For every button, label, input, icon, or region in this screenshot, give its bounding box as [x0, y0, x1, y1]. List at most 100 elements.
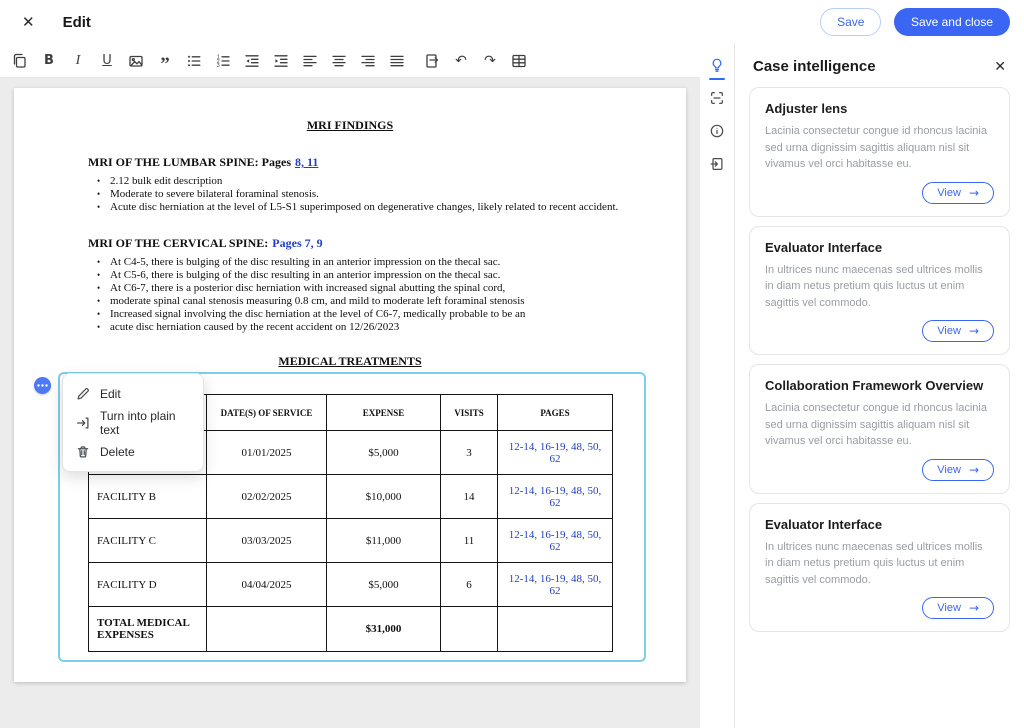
bullet-dot: • [97, 256, 104, 269]
cervical-pages-link[interactable]: Pages 7, 9 [272, 236, 322, 250]
view-label: View [937, 187, 961, 199]
frame-scan-rail-button[interactable] [706, 87, 728, 109]
bullet-dot: • [97, 282, 104, 295]
table-header-cell: VISITS [441, 395, 498, 431]
bullet-text: acute disc herniation caused by the rece… [110, 321, 399, 334]
align-center-icon [330, 52, 348, 70]
intelligence-card: Adjuster lens Lacinia consectetur congue… [749, 87, 1010, 217]
view-button[interactable]: View → [922, 182, 994, 204]
visits-cell: 11 [441, 519, 498, 563]
align-right-icon [359, 52, 377, 70]
date-cell: 03/03/2025 [207, 519, 327, 563]
menu-item-edit[interactable]: Edit [68, 379, 198, 408]
copy-icon [11, 52, 29, 70]
lumbar-pages-link[interactable]: 8, 11 [295, 155, 318, 169]
panel-title: Case intelligence [753, 58, 876, 75]
page-export-icon [709, 156, 725, 172]
pages-cell: 12-14, 16-19, 48, 50, 62 [498, 431, 613, 475]
bold-icon: B [44, 53, 54, 68]
save-button[interactable]: Save [820, 8, 881, 36]
table-icon [510, 52, 528, 70]
facility-cell: FACILITY B [89, 475, 207, 519]
menu-item-label: Delete [100, 445, 135, 459]
pages-cell: 12-14, 16-19, 48, 50, 62 [498, 475, 613, 519]
export-button[interactable] [418, 48, 446, 74]
expense-cell: $5,000 [327, 563, 441, 607]
menu-item-delete[interactable]: Delete [68, 437, 198, 466]
pages-link[interactable]: 12-14, 16-19, 48, 50, 62 [509, 485, 602, 509]
undo-button[interactable]: ↶ [447, 48, 475, 74]
redo-icon: ↷ [484, 53, 496, 69]
view-button[interactable]: View → [922, 459, 994, 481]
topbar: ✕ Edit Save Save and close [0, 0, 1024, 44]
panel-close-icon[interactable]: ✕ [994, 59, 1006, 75]
menu-item-label: Edit [100, 387, 121, 401]
copy-button[interactable] [6, 48, 34, 74]
facility-cell: FACILITY C [89, 519, 207, 563]
table-row: FACILITY D 04/04/2025 $5,000 6 12-14, 16… [89, 563, 613, 607]
card-body: Lacinia consectetur congue id rhoncus la… [765, 400, 994, 450]
align-left-button[interactable] [296, 48, 324, 74]
bold-button[interactable]: B [35, 48, 63, 74]
block-context-menu: Edit Turn into plain text Delete [62, 373, 204, 472]
card-body: In ultrices nunc maecenas sed ultrices m… [765, 262, 994, 312]
view-label: View [937, 602, 961, 614]
block-menu-button[interactable] [34, 377, 51, 394]
date-cell: 02/02/2025 [207, 475, 327, 519]
table-row: FACILITY B 02/02/2025 $10,000 14 12-14, … [89, 475, 613, 519]
close-icon[interactable]: ✕ [22, 13, 35, 31]
italic-button[interactable]: I [64, 48, 92, 74]
justify-button[interactable] [383, 48, 411, 74]
case-intelligence-panel: Case intelligence ✕ Adjuster lens Lacini… [734, 44, 1024, 728]
expense-cell: $11,000 [327, 519, 441, 563]
align-right-button[interactable] [354, 48, 382, 74]
arrow-right-icon: → [969, 186, 979, 200]
bullet-list-button[interactable] [180, 48, 208, 74]
frame-scan-icon [709, 90, 725, 106]
indent-button[interactable] [267, 48, 295, 74]
align-center-button[interactable] [325, 48, 353, 74]
lumbar-heading: MRI OF THE LUMBAR SPINE: Pages8, 11 [88, 155, 646, 170]
facility-cell: FACILITY D [89, 563, 207, 607]
expense-cell: $31,000 [327, 607, 441, 652]
view-button[interactable]: View → [922, 320, 994, 342]
bullet-text: 2.12 bulk edit description [110, 175, 222, 188]
intelligence-card: Evaluator Interface In ultrices nunc mae… [749, 503, 1010, 633]
bullet-text: moderate spinal canal stenosis measuring… [110, 295, 525, 308]
table-button[interactable] [505, 48, 533, 74]
page-export-rail-button[interactable] [706, 153, 728, 175]
expense-cell: $10,000 [327, 475, 441, 519]
save-and-close-button[interactable]: Save and close [894, 8, 1010, 36]
bullet-text: At C4-5, there is bulging of the disc re… [110, 256, 500, 269]
table-header-cell: DATE(S) OF SERVICE [207, 395, 327, 431]
quote-button[interactable]: ” [151, 48, 179, 74]
svg-text:3: 3 [217, 63, 220, 69]
card-title: Adjuster lens [765, 101, 994, 116]
trash-icon [75, 444, 91, 460]
underline-icon: U [102, 53, 112, 68]
convert-icon [75, 415, 91, 431]
justify-icon [388, 52, 406, 70]
underline-button[interactable]: U [93, 48, 121, 74]
view-button[interactable]: View → [922, 597, 994, 619]
numbered-list-button[interactable]: 123 [209, 48, 237, 74]
table-row: FACILITY C 03/03/2025 $11,000 11 12-14, … [89, 519, 613, 563]
bullet-text: Moderate to severe bilateral foraminal s… [110, 188, 319, 201]
pages-link[interactable]: 12-14, 16-19, 48, 50, 62 [509, 441, 602, 465]
info-rail-button[interactable] [706, 120, 728, 142]
pages-link[interactable]: 12-14, 16-19, 48, 50, 62 [509, 573, 602, 597]
menu-item-turn-into-plain-text[interactable]: Turn into plain text [68, 408, 198, 437]
visits-cell: 3 [441, 431, 498, 475]
visits-cell [441, 607, 498, 652]
redo-button[interactable]: ↷ [476, 48, 504, 74]
outdent-button[interactable] [238, 48, 266, 74]
image-button[interactable] [122, 48, 150, 74]
expense-cell: $5,000 [327, 431, 441, 475]
arrow-right-icon: → [969, 463, 979, 477]
cervical-bullet: •moderate spinal canal stenosis measurin… [88, 295, 646, 308]
pages-link[interactable]: 12-14, 16-19, 48, 50, 62 [509, 529, 602, 553]
facility-cell: TOTAL MEDICAL EXPENSES [89, 607, 207, 652]
outdent-icon [243, 52, 261, 70]
ellipsis-icon [37, 384, 48, 387]
lightbulb-rail-button[interactable] [706, 54, 728, 76]
